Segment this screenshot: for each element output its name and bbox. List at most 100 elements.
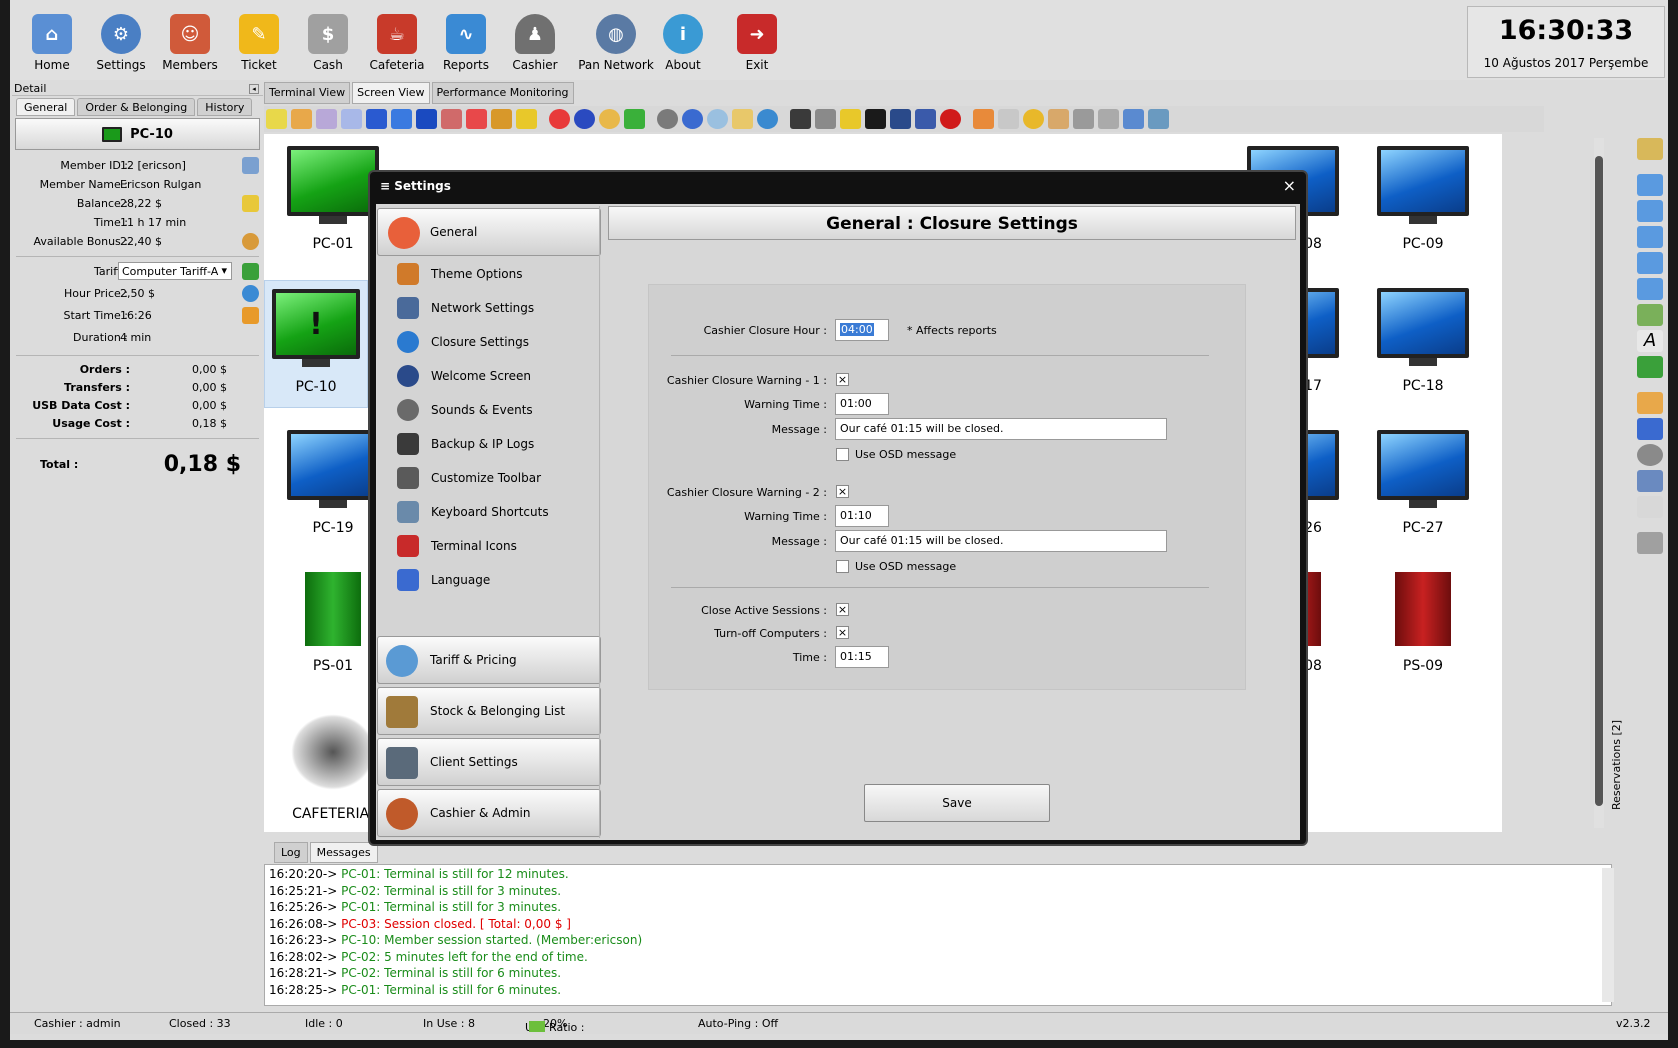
landscape-icon[interactable]: [1637, 138, 1663, 160]
members-icon[interactable]: [316, 109, 337, 129]
reports-button[interactable]: ∿ Reports: [434, 8, 498, 72]
tab-history[interactable]: History: [197, 98, 253, 116]
nav-client-settings[interactable]: Client Settings: [377, 738, 601, 786]
cafeteria-button[interactable]: ☕ Cafeteria: [365, 8, 429, 72]
bonus-badge-icon[interactable]: [242, 233, 259, 250]
warning1-osd-checkbox[interactable]: [836, 448, 849, 461]
forward-icon[interactable]: [391, 109, 412, 129]
nav-backup-ip-logs[interactable]: Backup & IP Logs: [397, 430, 597, 456]
nav-splitter[interactable]: [599, 206, 600, 838]
save-button[interactable]: Save: [864, 784, 1050, 822]
nav-network-settings[interactable]: Network Settings: [397, 294, 597, 320]
view-quad-icon[interactable]: [1637, 226, 1663, 248]
warning2-time-input[interactable]: 01:10: [835, 505, 889, 527]
warning1-checkbox[interactable]: ×: [836, 373, 849, 386]
refresh-icon[interactable]: [707, 109, 728, 129]
folder-icon[interactable]: [732, 109, 753, 129]
close-icon[interactable]: ×: [1283, 176, 1296, 195]
selected-pc-button[interactable]: PC-10: [15, 118, 260, 150]
warning2-message-input[interactable]: Our café 01:15 will be closed.: [835, 530, 1167, 552]
usb-block-icon[interactable]: [915, 109, 936, 129]
notes-icon[interactable]: [1637, 392, 1663, 414]
terminal-pc-10[interactable]: ! PC-10: [264, 280, 368, 408]
tab-performance-monitoring[interactable]: Performance Monitoring: [431, 82, 574, 104]
pencil-icon[interactable]: [242, 307, 259, 324]
gift-icon[interactable]: [466, 109, 487, 129]
warning1-message-input[interactable]: Our café 01:15 will be closed.: [835, 418, 1167, 440]
log-icon[interactable]: [1637, 496, 1663, 518]
list-icon[interactable]: [998, 109, 1019, 129]
turn-off-checkbox[interactable]: ×: [836, 626, 849, 639]
nav-terminal-icons[interactable]: Terminal Icons: [397, 532, 597, 558]
clock-icon[interactable]: [1637, 444, 1663, 466]
view-single-icon[interactable]: [1637, 174, 1663, 196]
stop-icon[interactable]: [416, 109, 437, 129]
globe-icon[interactable]: [242, 285, 259, 302]
transfer-icon[interactable]: [516, 109, 537, 129]
view-grid-icon[interactable]: [1637, 252, 1663, 274]
home-button[interactable]: ⌂ Home: [20, 8, 84, 72]
tab-terminal-view[interactable]: Terminal View: [264, 82, 351, 104]
settings-icon[interactable]: [1023, 109, 1044, 129]
logoff-icon[interactable]: [599, 109, 620, 129]
browser-icon[interactable]: [682, 109, 703, 129]
terminal-pc-18[interactable]: PC-18: [1358, 280, 1488, 408]
volume-icon[interactable]: [757, 109, 778, 129]
nav-language[interactable]: Language: [397, 566, 597, 592]
power-icon[interactable]: [549, 109, 570, 129]
nav-welcome-screen[interactable]: Welcome Screen: [397, 362, 597, 388]
nav-customize-toolbar[interactable]: Customize Toolbar: [397, 464, 597, 490]
closure-time-input[interactable]: 01:15: [835, 646, 889, 668]
collapse-arrow-icon[interactable]: ◂: [249, 84, 259, 94]
tools-icon[interactable]: [1637, 532, 1663, 554]
close-session-icon[interactable]: [441, 109, 462, 129]
warning2-osd-checkbox[interactable]: [836, 560, 849, 573]
block-icon[interactable]: [940, 109, 961, 129]
process-icon[interactable]: [865, 109, 886, 129]
tab-log[interactable]: Log: [274, 842, 308, 863]
terminal-icon[interactable]: [790, 109, 811, 129]
terminal-grid-scrollbar[interactable]: [1594, 138, 1604, 828]
magnifier-icon[interactable]: [242, 157, 259, 174]
coins-icon[interactable]: [242, 195, 259, 212]
wallpaper-icon[interactable]: [1637, 304, 1663, 326]
scrollbar-thumb[interactable]: [1595, 156, 1603, 806]
tab-order-belonging[interactable]: Order & Belonging: [77, 98, 196, 116]
nav-cashier-admin[interactable]: Cashier & Admin: [377, 789, 601, 837]
check-icon[interactable]: [242, 263, 259, 280]
closure-hour-input[interactable]: 04:00: [835, 319, 889, 341]
about-button[interactable]: i About: [651, 8, 715, 72]
flash-icon[interactable]: [840, 109, 861, 129]
person-icon[interactable]: [341, 109, 362, 129]
nav-theme-options[interactable]: Theme Options: [397, 260, 597, 286]
money-icon[interactable]: [1637, 356, 1663, 378]
network-icon[interactable]: [1073, 109, 1094, 129]
nav-general[interactable]: General: [377, 208, 601, 256]
ticket-button[interactable]: ✎ Ticket: [227, 8, 291, 72]
nav-tariff-pricing[interactable]: Tariff & Pricing: [377, 636, 601, 684]
close-sessions-checkbox[interactable]: ×: [836, 603, 849, 616]
log-scrollbar[interactable]: [1602, 868, 1614, 1002]
nav-closure-settings[interactable]: Closure Settings: [397, 328, 597, 354]
keyboard-icon[interactable]: [1098, 109, 1119, 129]
members-button[interactable]: ☺ Members: [158, 8, 222, 72]
pan-network-button[interactable]: ◍ Pan Network: [577, 8, 655, 72]
edit-note-icon[interactable]: [266, 109, 287, 129]
windows-icon[interactable]: [973, 109, 994, 129]
font-icon[interactable]: A: [1637, 330, 1663, 352]
pause-icon[interactable]: [366, 109, 387, 129]
calendar-icon[interactable]: [1637, 470, 1663, 492]
view-list-icon[interactable]: [1637, 278, 1663, 300]
tab-screen-view[interactable]: Screen View: [352, 82, 430, 104]
terminal-pc-09[interactable]: PC-09: [1358, 138, 1488, 266]
list-icon[interactable]: [1637, 418, 1663, 440]
usb-icon[interactable]: [890, 109, 911, 129]
layout-icon[interactable]: [1148, 109, 1169, 129]
view-double-icon[interactable]: [1637, 200, 1663, 222]
restart-icon[interactable]: [574, 109, 595, 129]
nav-keyboard-shortcuts[interactable]: Keyboard Shortcuts: [397, 498, 597, 524]
monitor-settings-icon[interactable]: [1123, 109, 1144, 129]
play-icon[interactable]: [624, 109, 645, 129]
tariff-select[interactable]: Computer Tariff-A ▾: [118, 262, 232, 280]
cashier-button[interactable]: ♟ Cashier: [503, 8, 567, 72]
